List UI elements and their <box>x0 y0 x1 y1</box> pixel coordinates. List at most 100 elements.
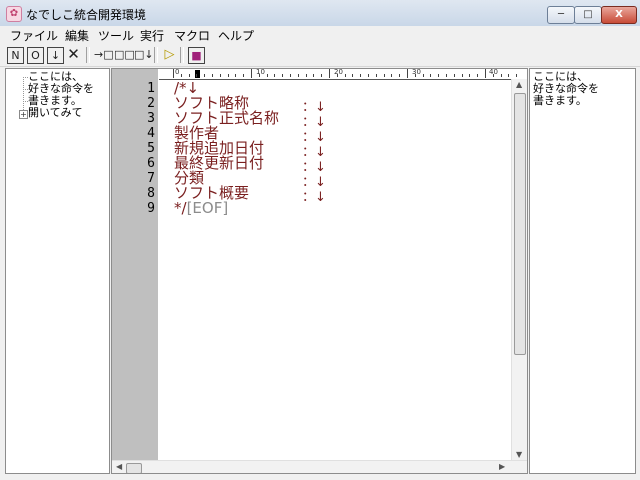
ruler-tick <box>313 74 315 77</box>
close-window-button[interactable]: X <box>601 6 637 24</box>
close-icon[interactable]: ✕ <box>66 47 81 62</box>
ruler-tick <box>235 74 237 77</box>
insert-icon[interactable]: →□ <box>94 47 114 62</box>
scroll-left-arrow-icon[interactable]: ◀ <box>116 463 122 471</box>
save-file-icon[interactable]: ↓ <box>47 47 64 64</box>
ruler-tick <box>516 74 518 77</box>
ruler-tick <box>173 69 174 78</box>
menu-file[interactable]: ファイル <box>10 27 58 44</box>
scroll-up-arrow-icon[interactable]: ▲ <box>516 81 522 89</box>
ruler-tick <box>461 74 463 77</box>
tree-panel[interactable]: ここには、 好きな命令を 書きます。 + 開いてみて <box>5 68 110 474</box>
help-line: 書きます。 <box>533 94 587 107</box>
ruler-tick <box>399 74 401 77</box>
ruler-tick <box>196 74 198 77</box>
ruler-tick <box>290 74 291 77</box>
menu-help[interactable]: ヘルプ <box>218 27 254 44</box>
ruler-tick <box>258 74 260 77</box>
ruler-tick <box>360 74 362 77</box>
ruler-tick <box>188 74 190 77</box>
run-icon[interactable]: ▷ <box>162 47 177 62</box>
ruler-tick <box>469 74 471 77</box>
stop-icon[interactable]: ■ <box>188 47 205 64</box>
line-number: 6 <box>147 156 155 171</box>
ruler-tick <box>508 74 510 77</box>
code-line[interactable]: */[EOF] <box>174 201 228 216</box>
ruler-tick <box>438 74 440 77</box>
ruler-label: 10 <box>256 68 265 76</box>
ruler-tick <box>251 69 252 78</box>
line-number: 4 <box>147 126 155 141</box>
line-number: 1 <box>147 81 155 96</box>
line-end-mark: ：↓ <box>302 190 326 205</box>
ruler-tick <box>492 74 494 77</box>
horizontal-scroll-thumb[interactable] <box>126 463 142 473</box>
minimize-button[interactable]: ─ <box>547 6 575 24</box>
ruler-tick <box>500 74 502 77</box>
ruler-tick <box>305 74 307 77</box>
tree-guide-line <box>23 77 24 114</box>
help-text: ここには、 好きな命令を 書きます。 <box>533 71 599 107</box>
ruler-label: 30 <box>412 68 421 76</box>
ruler-tick <box>297 74 299 77</box>
ruler-tick <box>368 74 369 77</box>
vertical-scroll-thumb[interactable] <box>514 93 526 355</box>
line-number-gutter: 1 2 3 4 5 6 7 8 9 <box>112 69 158 472</box>
column-ruler: 0 10 20 30 40 <box>159 68 518 80</box>
ruler-tick <box>352 74 354 77</box>
window-title: なでしこ統合開発環境 <box>26 8 147 22</box>
open-file-icon[interactable]: O <box>27 47 44 64</box>
menu-run[interactable]: 実行 <box>140 27 164 44</box>
ruler-tick <box>243 74 245 77</box>
horizontal-scrollbar[interactable]: ◀ ▶ <box>112 460 527 473</box>
nadesiko-flower-icon: ✿ <box>6 6 22 22</box>
ruler-tick <box>375 74 377 77</box>
vertical-scrollbar[interactable]: ▲ ▼ <box>511 79 527 462</box>
line-number: 3 <box>147 111 155 126</box>
ruler-tick <box>407 69 408 78</box>
scroll-right-arrow-icon[interactable]: ▶ <box>499 463 505 471</box>
line-number: 9 <box>147 201 155 216</box>
step-icon[interactable]: □□ <box>114 47 135 62</box>
toolbar-separator <box>154 47 158 63</box>
ruler-tick <box>180 74 182 77</box>
new-file-icon[interactable]: N <box>7 47 24 64</box>
ruler-tick <box>329 69 330 78</box>
help-panel: ここには、 好きな命令を 書きます。 <box>529 68 636 474</box>
line-number: 5 <box>147 141 155 156</box>
toolbar-separator <box>180 47 184 63</box>
ruler-tick <box>477 74 479 77</box>
tree-item[interactable]: 開いてみて <box>28 107 83 119</box>
ruler-tick <box>383 74 385 77</box>
ruler-tick <box>446 74 447 77</box>
ruler-tick <box>266 74 268 77</box>
maximize-button[interactable]: □ <box>574 6 602 24</box>
ruler-tick <box>430 74 432 77</box>
step-into-icon[interactable]: □↓ <box>134 47 154 62</box>
ruler-tick <box>391 74 393 77</box>
line-number: 2 <box>147 96 155 111</box>
ruler-label: 20 <box>334 68 343 76</box>
ruler-tick <box>321 74 323 77</box>
ruler-tick <box>344 74 346 77</box>
ruler-tick <box>212 74 213 77</box>
scroll-down-arrow-icon[interactable]: ▼ <box>516 451 522 459</box>
menu-edit[interactable]: 編集 <box>65 27 89 44</box>
ruler-tick <box>282 74 284 77</box>
menu-macro[interactable]: マクロ <box>174 27 210 44</box>
menu-tools[interactable]: ツール <box>98 27 134 44</box>
ruler-label: 0 <box>175 68 180 76</box>
toolbar: N O ↓ ✕ →□ □□ □↓ ▷ ■ <box>0 44 640 67</box>
code-text: */ <box>174 199 187 217</box>
ruler-tick <box>227 74 229 77</box>
code-editor[interactable]: 1 2 3 4 5 6 7 8 9 0 10 20 30 40 /*↓ ソフト略… <box>111 68 528 474</box>
menu-bar: ファイル 編集 ツール 実行 マクロ ヘルプ <box>0 26 640 44</box>
ruler-tick <box>336 74 338 77</box>
ruler-tick <box>219 74 221 77</box>
ruler-tick <box>485 69 486 78</box>
ruler-tick <box>274 74 276 77</box>
ruler-tick <box>414 74 416 77</box>
ruler-tick <box>422 74 424 77</box>
expand-plus-icon[interactable]: + <box>19 110 28 119</box>
line-number: 8 <box>147 186 155 201</box>
